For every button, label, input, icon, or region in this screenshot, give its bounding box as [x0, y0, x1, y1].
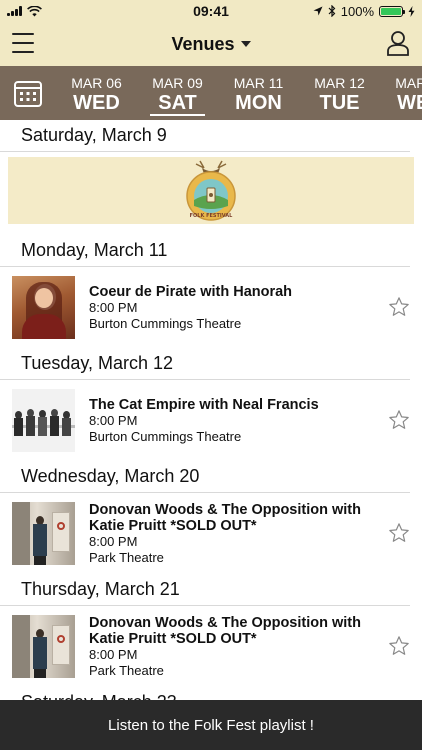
event-row[interactable]: Coeur de Pirate with Hanorah 8:00 PM Bur…: [0, 267, 422, 348]
event-thumbnail: [12, 389, 75, 452]
event-venue: Park Theatre: [89, 662, 164, 678]
event-venue: Burton Cummings Theatre: [89, 428, 242, 444]
signal-icon: [7, 6, 22, 16]
event-info: Donovan Woods & The Opposition with Kati…: [89, 615, 379, 679]
playlist-button[interactable]: Listen to the Folk Fest playlist !: [0, 700, 422, 750]
wifi-icon: [27, 5, 42, 16]
event-info: Donovan Woods & The Opposition with Kati…: [89, 502, 379, 566]
date-tab-day: MON: [235, 92, 282, 114]
folk-festival-logo-icon: FOLK FESTIVAL: [186, 160, 236, 221]
event-row[interactable]: The Cat Empire with Neal Francis 8:00 PM…: [0, 380, 422, 461]
event-time: 8:00 PM: [89, 299, 138, 315]
event-info: The Cat Empire with Neal Francis 8:00 PM…: [89, 397, 379, 445]
event-time: 8:00 PM: [89, 646, 138, 662]
location-icon: [313, 6, 323, 16]
nav-bar: Venues: [0, 22, 422, 66]
date-tab-day: TUE: [319, 92, 360, 114]
event-row[interactable]: Donovan Woods & The Opposition with Kati…: [0, 606, 422, 687]
section-header: Thursday, March 21: [0, 574, 410, 606]
date-tab-mar-11[interactable]: MAR 11 MON: [218, 66, 299, 120]
event-title: The Cat Empire with Neal Francis: [89, 396, 319, 413]
date-tab-mar-12[interactable]: MAR 12 TUE: [299, 66, 380, 120]
status-right: 100%: [313, 4, 415, 19]
svg-text:FOLK FESTIVAL: FOLK FESTIVAL: [190, 213, 234, 219]
profile-icon[interactable]: [386, 30, 410, 56]
event-thumbnail: [12, 615, 75, 678]
event-row[interactable]: Donovan Woods & The Opposition with Kati…: [0, 493, 422, 574]
venues-dropdown[interactable]: Venues: [171, 33, 251, 55]
date-tab-month: MAR 12: [314, 75, 365, 91]
battery-icon: [379, 5, 405, 17]
section-header: Saturday, March 23: [0, 687, 410, 700]
calendar-icon[interactable]: [0, 66, 56, 120]
star-icon[interactable]: [388, 522, 410, 544]
event-time: 8:00 PM: [89, 533, 138, 549]
event-venue: Park Theatre: [89, 549, 164, 565]
event-title: Donovan Woods & The Opposition with Kati…: [89, 614, 361, 647]
nav-title: Venues: [171, 33, 235, 54]
event-time: 8:00 PM: [89, 412, 138, 428]
event-title: Coeur de Pirate with Hanorah: [89, 283, 293, 300]
date-strip: MAR 06 WED MAR 09 SAT MAR 11 MON MAR 12 …: [0, 66, 422, 120]
date-tab-month: MAR 11: [233, 75, 284, 91]
festival-banner[interactable]: FOLK FESTIVAL: [8, 157, 414, 224]
star-icon[interactable]: [388, 296, 410, 318]
battery-percent: 100%: [340, 3, 374, 19]
event-info: Coeur de Pirate with Hanorah 8:00 PM Bur…: [89, 284, 379, 332]
caret-down-icon: [240, 41, 251, 47]
menu-icon[interactable]: [12, 33, 34, 53]
event-thumbnail: [12, 276, 75, 339]
section-header: Wednesday, March 20: [0, 461, 410, 493]
section-header: Saturday, March 9: [0, 120, 410, 152]
date-tab-month: MAR 13: [395, 75, 422, 91]
section-header: Monday, March 11: [0, 235, 410, 267]
date-tab-day: WED: [397, 92, 422, 114]
date-tab-month: MAR 06: [71, 75, 122, 91]
status-left: [7, 5, 42, 17]
event-title: Donovan Woods & The Opposition with Kati…: [89, 501, 361, 534]
date-tab-day: SAT: [158, 92, 197, 114]
date-tab-day: WED: [73, 92, 120, 114]
section-header: Tuesday, March 12: [0, 348, 410, 380]
event-thumbnail: [12, 502, 75, 565]
charging-icon: [408, 5, 415, 17]
bluetooth-icon: [328, 5, 336, 17]
status-bar: 09:41 100%: [0, 0, 422, 22]
date-tab-mar-06[interactable]: MAR 06 WED: [56, 66, 137, 120]
date-tab-mar-13[interactable]: MAR 13 WED: [380, 66, 422, 120]
date-tab-mar-09[interactable]: MAR 09 SAT: [137, 66, 218, 120]
star-icon[interactable]: [388, 409, 410, 431]
event-list[interactable]: Saturday, March 9 FOLK FESTIVAL Monday, …: [0, 120, 422, 700]
star-icon[interactable]: [388, 635, 410, 657]
playlist-label: Listen to the Folk Fest playlist !: [108, 716, 314, 734]
event-venue: Burton Cummings Theatre: [89, 315, 242, 331]
date-tab-month: MAR 09: [152, 75, 203, 91]
